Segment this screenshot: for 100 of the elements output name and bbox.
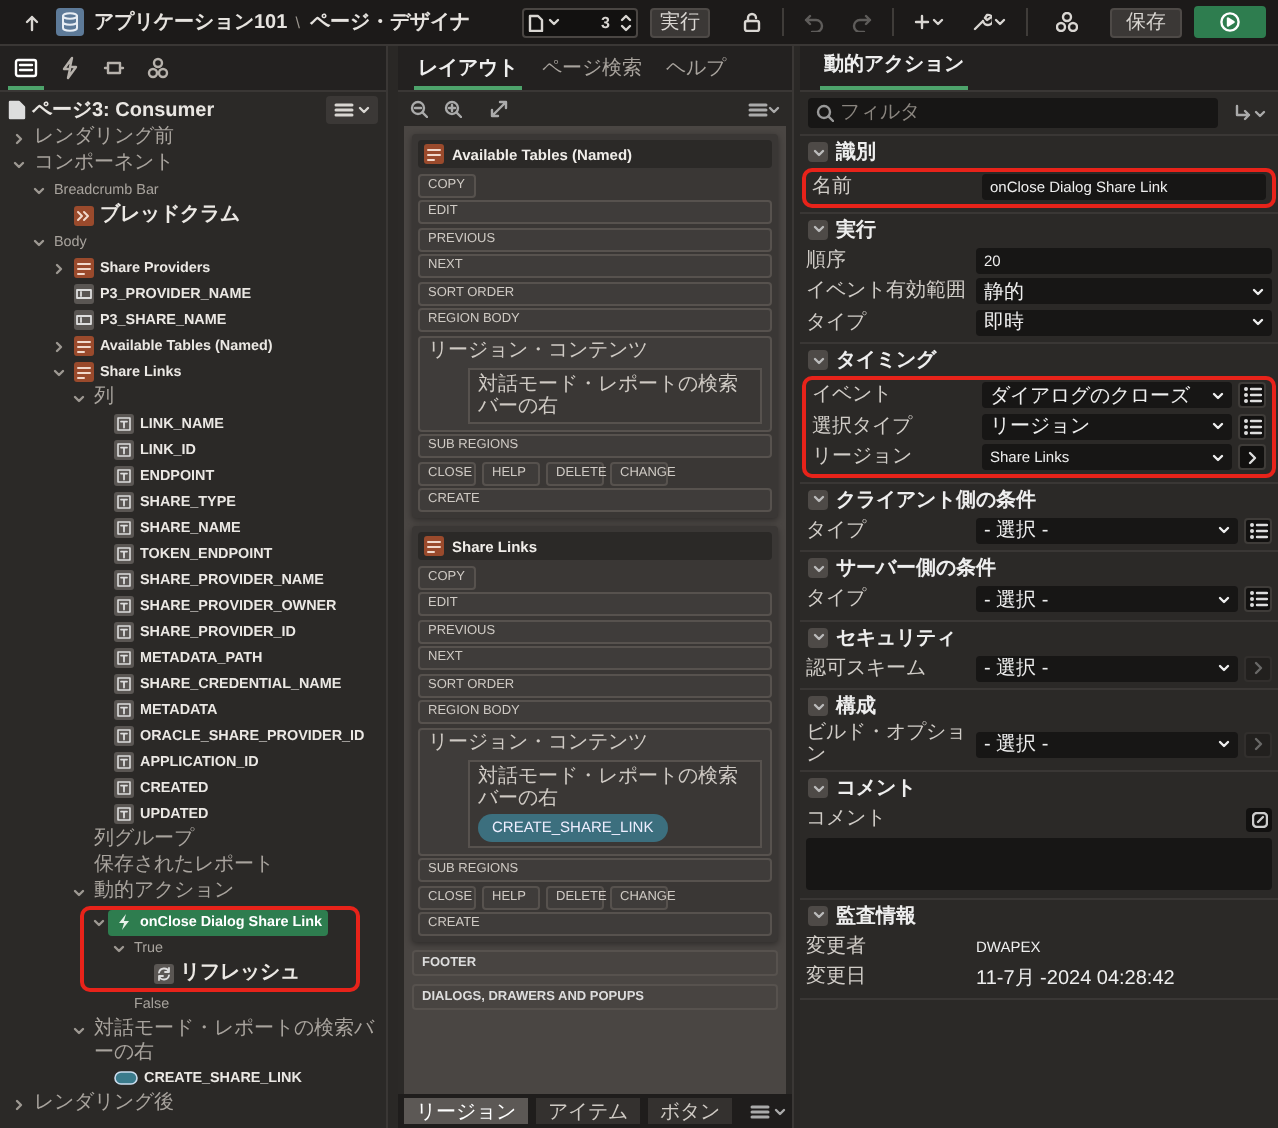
item-icon xyxy=(74,284,94,305)
tree-node[interactable]: 列グループ xyxy=(88,828,200,853)
chevron-right-icon[interactable] xyxy=(11,1097,25,1112)
collapse-toggle[interactable] xyxy=(808,696,828,716)
tree-node[interactable]: 対話モード・レポートの検索バーの右 xyxy=(88,1018,386,1066)
chevron-down-icon[interactable] xyxy=(31,235,45,250)
chevron-down-icon xyxy=(811,630,825,644)
column-icon xyxy=(114,570,134,591)
tab[interactable]: リージョン xyxy=(404,1098,528,1124)
search-icon xyxy=(816,104,834,122)
zoom-in-button[interactable] xyxy=(440,95,466,123)
gallery-menu-button[interactable] xyxy=(750,1103,786,1119)
tree-node[interactable]: 動的アクション xyxy=(88,880,240,905)
collapse-toggle[interactable] xyxy=(808,905,828,925)
tab[interactable]: アイテム xyxy=(536,1098,640,1124)
chevron-down-icon[interactable] xyxy=(71,885,85,900)
collapse-toggle[interactable] xyxy=(808,219,828,239)
tree-menu-button[interactable] xyxy=(326,96,378,124)
select-field[interactable]: 即時 xyxy=(976,309,1272,336)
list-button[interactable] xyxy=(1238,382,1266,409)
collapse-toggle[interactable] xyxy=(808,627,828,647)
list-icon xyxy=(1248,521,1268,540)
app-name[interactable]: アプリケーション101 xyxy=(94,8,288,36)
tree-node[interactable]: レンダリング前 xyxy=(28,126,180,151)
chevron-down-icon[interactable] xyxy=(71,1023,85,1038)
run-page-button[interactable]: 実行 xyxy=(650,7,710,37)
section-title: 構成 xyxy=(836,693,876,720)
tab[interactable]: ボタン xyxy=(648,1098,732,1124)
select-field[interactable]: - 選択 - xyxy=(976,517,1238,544)
chevron-right-icon[interactable] xyxy=(51,339,65,354)
section-title: 識別 xyxy=(836,139,876,166)
caret-icon xyxy=(1218,593,1230,606)
tree-node[interactable]: 列 xyxy=(88,386,120,411)
tab[interactable]: レイアウト xyxy=(414,50,522,90)
chevron-right-icon[interactable] xyxy=(11,131,25,146)
chevron-down-icon[interactable] xyxy=(111,941,125,956)
code-editor-button[interactable] xyxy=(1246,807,1272,832)
collapse-toggle[interactable] xyxy=(808,778,828,798)
zoom-out-icon xyxy=(410,100,428,118)
slot-label: 対話モード・レポートの検索バーの右 xyxy=(478,765,740,809)
chevron-down-icon[interactable] xyxy=(71,391,85,406)
save-button[interactable]: 保存 xyxy=(1110,7,1182,37)
chevron-down-icon[interactable] xyxy=(91,915,105,930)
list-icon xyxy=(1242,417,1262,436)
collapse-toggle[interactable] xyxy=(808,350,828,370)
chevron-down-icon[interactable] xyxy=(31,183,45,198)
collapse-toggle[interactable] xyxy=(808,489,828,509)
tab[interactable]: ヘルプ xyxy=(662,50,730,90)
column-icon xyxy=(114,804,134,825)
tab[interactable]: ページ検索 xyxy=(538,50,646,90)
padlock-icon xyxy=(742,12,762,32)
filter-field[interactable]: フィルタ xyxy=(808,98,1218,128)
list-button[interactable] xyxy=(1244,586,1272,613)
section-title: クライアント側の条件 xyxy=(836,487,1036,513)
select-field[interactable]: - 選択 - xyxy=(976,655,1238,682)
page-number-field[interactable]: 3 xyxy=(522,7,638,37)
column-icon xyxy=(114,414,134,435)
select-field[interactable]: 静的 xyxy=(976,278,1272,305)
caret-icon xyxy=(774,1105,786,1117)
column-icon xyxy=(114,596,134,617)
menu-icon xyxy=(334,102,354,118)
play-icon xyxy=(1220,12,1240,32)
open-button[interactable] xyxy=(1238,444,1266,471)
field-label: タイプ xyxy=(806,311,869,334)
select-field[interactable]: リージョン xyxy=(982,413,1232,440)
caret-icon xyxy=(548,16,560,28)
caret-icon xyxy=(1212,389,1224,402)
column-icon xyxy=(114,466,134,487)
lightning-icon xyxy=(114,912,134,933)
caret-icon xyxy=(1254,107,1266,119)
list-button[interactable] xyxy=(1238,413,1266,440)
section-title: セキュリティ xyxy=(836,625,956,651)
field-label: 認可スキーム xyxy=(806,657,928,680)
chevron-down-icon[interactable] xyxy=(11,157,25,172)
list-button[interactable] xyxy=(1244,517,1272,544)
zoom-out-button[interactable] xyxy=(406,95,432,123)
tree-node[interactable]: コンポーネント xyxy=(28,152,180,177)
chevron-down-icon xyxy=(811,492,825,506)
caret-icon xyxy=(1252,285,1264,298)
collapse-toggle[interactable] xyxy=(808,558,828,578)
select-field[interactable]: - 選択 - xyxy=(976,586,1238,613)
undo-icon xyxy=(804,12,824,32)
chevron-down-icon xyxy=(811,561,825,575)
shapes-icon xyxy=(1056,12,1078,32)
column-icon xyxy=(114,518,134,539)
redo-icon xyxy=(852,12,872,32)
tree-node[interactable]: ブレッドクラム xyxy=(68,204,246,229)
tree-node[interactable]: レンダリング後 xyxy=(28,1092,180,1117)
column-icon xyxy=(114,440,134,461)
expand-button[interactable] xyxy=(486,95,512,123)
chevron-right-icon[interactable] xyxy=(51,261,65,276)
collapse-toggle[interactable] xyxy=(808,142,828,162)
tree-node[interactable]: リフレッシュ xyxy=(148,962,306,987)
field-value: 11-7月 -2024 04:28:42 xyxy=(976,965,1177,992)
run-button[interactable] xyxy=(1194,6,1266,38)
select-field[interactable]: - 選択 - xyxy=(976,731,1238,757)
select-field[interactable]: ダイアログのクローズ xyxy=(982,382,1232,409)
chevron-down-icon[interactable] xyxy=(51,365,65,380)
list-icon xyxy=(1248,590,1268,609)
tree-node[interactable]: 保存されたレポート xyxy=(88,854,280,879)
